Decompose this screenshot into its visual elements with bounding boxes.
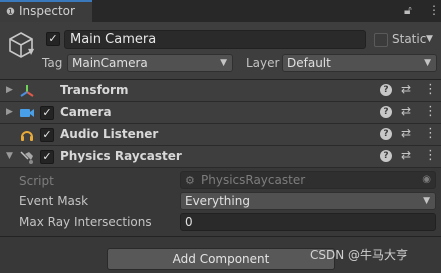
info-icon: ❶ — [6, 7, 15, 18]
foldout-arrow-icon[interactable]: ▶ — [6, 85, 13, 95]
transform-axes-icon — [20, 85, 34, 97]
presets-icon[interactable]: ⇄ — [401, 82, 411, 96]
component-camera[interactable]: ▶ ✓ Camera ? ⇄ ⋮ — [0, 102, 441, 124]
add-component-button[interactable]: Add Component — [107, 248, 335, 270]
static-label: Static — [392, 32, 427, 46]
layer-label: Layer — [246, 56, 280, 70]
presets-icon[interactable]: ⇄ — [401, 104, 411, 118]
tab-inspector[interactable]: ❶ Inspector — [0, 0, 92, 22]
active-checkbox[interactable]: ✓ — [46, 32, 60, 46]
component-physics-raycaster[interactable]: ▼ ✓ Physics Raycaster ? ⇄ ⋮ — [0, 146, 441, 168]
gameobject-name-field[interactable]: Main Camera — [64, 30, 366, 49]
headphones-icon — [21, 131, 33, 141]
divider — [0, 236, 441, 237]
kebab-icon[interactable]: ⋮ — [424, 126, 437, 141]
max-ray-intersections-field[interactable]: 0 — [180, 213, 436, 231]
tag-value: MainCamera — [72, 56, 148, 70]
tag-dropdown[interactable]: MainCamera ▼ — [67, 54, 233, 72]
event-mask-value: Everything — [185, 194, 250, 208]
raycaster-properties: Script ⚙ PhysicsRaycaster ◉ Event Mask E… — [0, 169, 441, 235]
script-label: Script — [19, 174, 54, 188]
chevron-down-icon: ▼ — [423, 196, 430, 206]
help-icon[interactable]: ? — [380, 106, 392, 118]
object-picker-icon: ◉ — [422, 174, 431, 185]
enabled-checkbox[interactable]: ✓ — [40, 106, 54, 120]
component-transform[interactable]: ▶ Transform ? ⇄ ⋮ — [0, 80, 441, 102]
chevron-down-icon: ▼ — [424, 58, 431, 68]
kebab-icon[interactable]: ⋮ — [424, 82, 437, 97]
event-mask-dropdown[interactable]: Everything ▼ — [180, 192, 436, 210]
tab-bar: ❶ Inspector 🔓︎ ⋮ — [0, 0, 441, 22]
chevron-down-icon: ▼ — [220, 58, 227, 68]
component-title: Camera — [60, 105, 112, 119]
enabled-checkbox[interactable]: ✓ — [40, 128, 54, 142]
layer-dropdown[interactable]: Default ▼ — [282, 54, 437, 72]
tag-label: Tag — [42, 56, 63, 70]
component-audio-listener[interactable]: ✓ Audio Listener ? ⇄ ⋮ — [0, 124, 441, 146]
kebab-icon[interactable]: ⋮ — [424, 104, 437, 119]
tab-label: Inspector — [18, 4, 75, 18]
script-object-field: ⚙ PhysicsRaycaster ◉ — [180, 171, 436, 189]
kebab-icon[interactable]: ⋮ — [424, 148, 437, 163]
foldout-arrow-icon[interactable]: ▼ — [6, 151, 13, 161]
max-ray-intersections-label: Max Ray Intersections — [19, 215, 152, 229]
presets-icon[interactable]: ⇄ — [401, 126, 411, 140]
component-title: Physics Raycaster — [60, 149, 182, 163]
static-dropdown-arrow[interactable]: ▼ — [426, 34, 433, 44]
component-title: Audio Listener — [60, 127, 159, 141]
icon-dropdown-arrow[interactable]: ▼ — [28, 47, 34, 56]
lock-icon[interactable]: 🔓︎ — [404, 3, 412, 18]
help-icon[interactable]: ? — [380, 150, 392, 162]
foldout-arrow-icon[interactable]: ▶ — [6, 107, 13, 117]
camera-icon — [20, 109, 34, 117]
enabled-checkbox[interactable]: ✓ — [40, 150, 54, 164]
help-icon[interactable]: ? — [380, 84, 392, 96]
watermark-text: CSDN @牛马大亨 — [310, 248, 409, 262]
layer-value: Default — [287, 56, 331, 70]
raycaster-icon — [20, 151, 33, 164]
event-mask-label: Event Mask — [19, 194, 89, 208]
presets-icon[interactable]: ⇄ — [401, 148, 411, 162]
static-checkbox[interactable] — [374, 33, 388, 47]
gameobject-header: ▼ ✓ Main Camera Static ▼ Tag MainCamera … — [0, 22, 441, 80]
script-value: PhysicsRaycaster — [201, 173, 306, 187]
component-title: Transform — [60, 83, 129, 97]
help-icon[interactable]: ? — [380, 128, 392, 140]
script-icon: ⚙ — [185, 174, 195, 187]
kebab-icon[interactable]: ⋮ — [428, 3, 440, 17]
